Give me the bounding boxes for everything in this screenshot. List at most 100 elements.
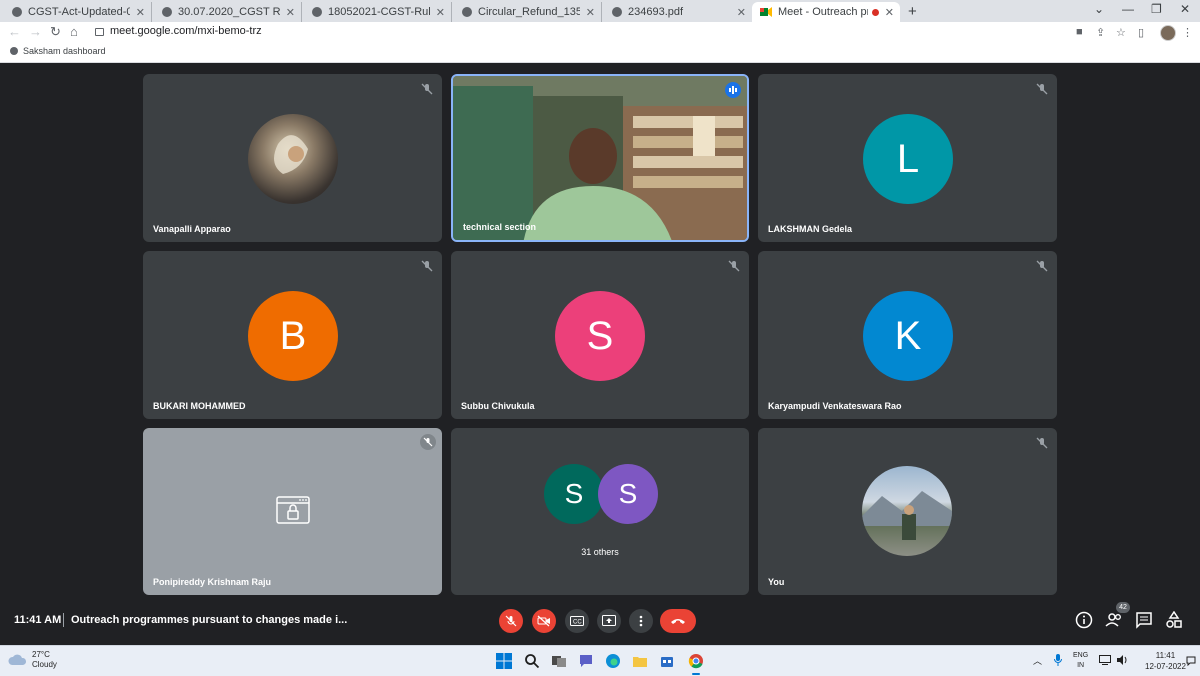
- close-tab-icon[interactable]: ✕: [737, 6, 746, 19]
- camera-icon[interactable]: ■: [1076, 26, 1083, 38]
- participant-name: BUKARI MOHAMMED: [153, 401, 246, 411]
- camera-toggle-button[interactable]: [532, 609, 556, 633]
- participant-tile[interactable]: L LAKSHMAN Gedela: [758, 74, 1057, 242]
- meeting-details-icon[interactable]: [1075, 611, 1093, 629]
- activities-icon[interactable]: [1165, 611, 1183, 629]
- address-bar[interactable]: meet.google.com/mxi-bemo-trz: [110, 25, 262, 37]
- teams-chat-icon[interactable]: [578, 653, 594, 669]
- mic-off-icon: [420, 434, 436, 450]
- globe-icon: [12, 7, 22, 17]
- participant-avatar: B: [248, 291, 338, 381]
- lock-icon: [95, 28, 104, 36]
- people-icon[interactable]: [1105, 611, 1123, 629]
- system-clock[interactable]: 11:41 12-07-2022: [1145, 650, 1186, 672]
- chat-icon[interactable]: [1135, 611, 1153, 629]
- weather-desc: Cloudy: [32, 660, 57, 669]
- share-icon[interactable]: ⇪: [1096, 26, 1105, 39]
- tab-label: 30.07.2020_CGST Rules, 2017_(Pa: [178, 6, 280, 18]
- task-view-icon[interactable]: [551, 653, 567, 669]
- reload-icon[interactable]: ↻: [50, 24, 61, 40]
- participant-avatar: S: [555, 291, 645, 381]
- back-icon[interactable]: ←: [8, 24, 21, 39]
- close-tab-icon[interactable]: ✕: [286, 6, 295, 19]
- tab-search-icon[interactable]: ⌄: [1094, 2, 1104, 16]
- volume-icon[interactable]: [1116, 654, 1128, 666]
- weather-widget[interactable]: 27°C Cloudy: [32, 650, 57, 670]
- close-tab-icon[interactable]: ✕: [436, 6, 445, 19]
- tab-label: 18052021-CGST-Rules-2017-Part: [328, 6, 430, 18]
- others-avatar: S: [544, 464, 604, 524]
- forward-icon[interactable]: →: [29, 24, 42, 39]
- close-tab-icon[interactable]: ✕: [885, 6, 894, 19]
- leave-call-button[interactable]: [660, 609, 696, 633]
- weather-cloud-icon: [8, 654, 27, 665]
- others-avatar: S: [598, 464, 658, 524]
- participant-tile[interactable]: Ponipireddy Krishnam Raju: [143, 428, 442, 595]
- mic-toggle-button[interactable]: [499, 609, 523, 633]
- globe-icon: [162, 7, 172, 17]
- new-tab-button[interactable]: +: [908, 3, 917, 20]
- globe-icon: [312, 7, 322, 17]
- participant-tile[interactable]: B BUKARI MOHAMMED: [143, 251, 442, 419]
- close-tab-icon[interactable]: ✕: [586, 6, 595, 19]
- close-tab-icon[interactable]: ✕: [136, 6, 145, 19]
- globe-icon: [612, 7, 622, 17]
- captions-button[interactable]: CC: [565, 609, 589, 633]
- mic-off-icon: [1036, 437, 1048, 449]
- others-tile[interactable]: S S 31 others: [451, 428, 749, 595]
- store-icon[interactable]: [659, 653, 675, 669]
- more-vert-icon: [639, 615, 643, 627]
- home-icon[interactable]: ⌂: [70, 24, 78, 39]
- mic-off-icon: [1036, 83, 1048, 95]
- profile-avatar[interactable]: [1160, 25, 1176, 41]
- participant-tile[interactable]: S Subbu Chivukula: [451, 251, 749, 419]
- menu-icon[interactable]: ⋮: [1182, 26, 1193, 39]
- windows-start-icon[interactable]: [496, 653, 512, 669]
- file-explorer-icon[interactable]: [632, 653, 648, 669]
- meet-control-bar: 11:41 AM Outreach programmes pursuant to…: [0, 600, 1200, 644]
- participant-name: Vanapalli Apparao: [153, 224, 231, 234]
- language-indicator[interactable]: ENG IN: [1073, 651, 1088, 671]
- tab-label: 234693.pdf: [628, 6, 684, 18]
- search-icon[interactable]: [524, 653, 540, 669]
- tab-234693[interactable]: 234693.pdf ✕: [604, 2, 752, 22]
- participant-tile[interactable]: Vanapalli Apparao: [143, 74, 442, 242]
- edge-browser-icon[interactable]: [605, 653, 621, 669]
- tab-cgst-rules[interactable]: 30.07.2020_CGST Rules, 2017_(Pa ✕: [154, 2, 302, 22]
- mic-off-icon: [1036, 260, 1048, 272]
- tray-chevron-icon[interactable]: ︿: [1033, 654, 1042, 667]
- bookmark-star-icon[interactable]: ☆: [1116, 26, 1126, 39]
- minimize-button[interactable]: —: [1122, 2, 1134, 16]
- participant-photo: [862, 466, 952, 556]
- present-button[interactable]: [597, 609, 621, 633]
- tab-cgst-act[interactable]: CGST-Act-Updated-01.01.2021.p ✕: [4, 2, 152, 22]
- recording-icon: [871, 8, 879, 16]
- microphone-icon[interactable]: [1054, 654, 1062, 666]
- tab-circular-refund[interactable]: Circular_Refund_135_5_2020.pdf ✕: [454, 2, 602, 22]
- language-region: IN: [1077, 662, 1085, 669]
- mic-off-icon: [421, 260, 433, 272]
- bookmark-saksham[interactable]: Saksham dashboard: [10, 46, 106, 56]
- more-options-button[interactable]: [629, 609, 653, 633]
- participant-name: Ponipireddy Krishnam Raju: [153, 577, 272, 587]
- tab-cgst-rules-part[interactable]: 18052021-CGST-Rules-2017-Part ✕: [304, 2, 452, 22]
- globe-icon: [10, 47, 18, 55]
- mic-off-icon: [505, 615, 517, 627]
- self-tile[interactable]: You: [758, 428, 1057, 595]
- participant-video-tile[interactable]: technical section: [451, 74, 749, 242]
- restore-button[interactable]: ❐: [1151, 2, 1162, 16]
- close-window-button[interactable]: ✕: [1180, 2, 1190, 16]
- participant-name: technical section: [463, 222, 537, 232]
- participant-name: Karyampudi Venkateswara Rao: [768, 401, 902, 411]
- sidebar-icon[interactable]: ▯: [1138, 26, 1144, 39]
- others-count-label: 31 others: [581, 547, 619, 557]
- participant-tile[interactable]: K Karyampudi Venkateswara Rao: [758, 251, 1057, 419]
- tab-meet[interactable]: Meet - Outreach programme ✕: [752, 2, 900, 22]
- svg-text:CC: CC: [573, 620, 582, 626]
- bookmarks-bar: Saksham dashboard: [0, 42, 1200, 63]
- chrome-icon[interactable]: [688, 653, 704, 669]
- present-screen-icon: [602, 615, 616, 626]
- network-icon[interactable]: [1099, 655, 1111, 665]
- participant-avatar: L: [863, 114, 953, 204]
- notifications-icon[interactable]: [1186, 656, 1196, 666]
